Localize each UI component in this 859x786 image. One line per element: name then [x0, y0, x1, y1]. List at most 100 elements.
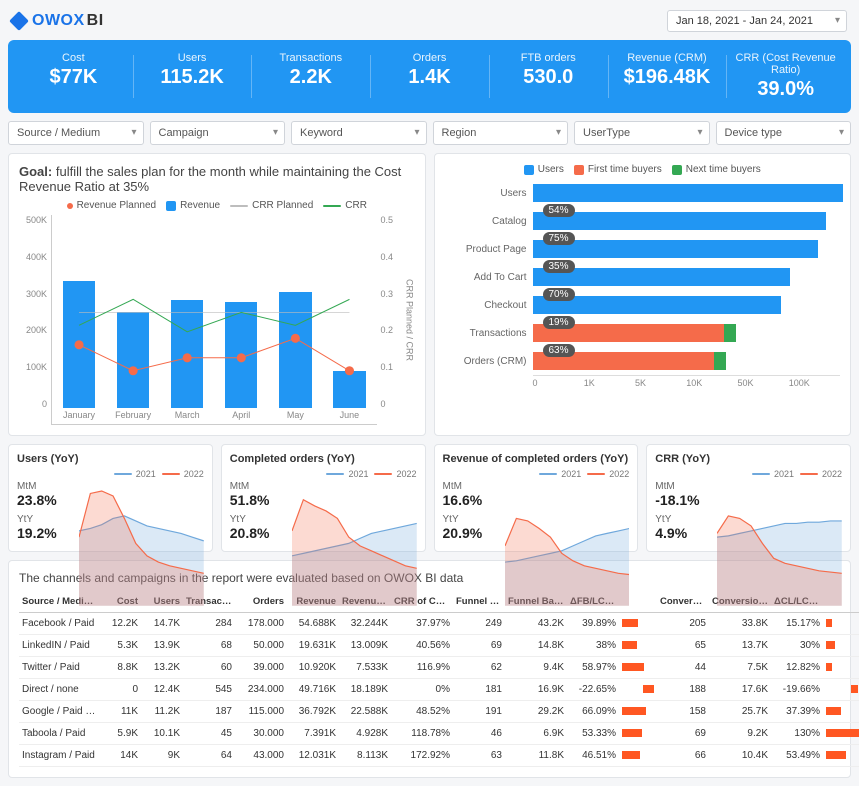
table-cell: 66.09% — [567, 701, 619, 723]
kpi-label: Transactions — [255, 52, 366, 64]
table-cell: 36.792K — [287, 701, 339, 723]
funnel-row: Product Page35% — [445, 235, 841, 263]
table-cell — [619, 635, 657, 657]
legend-ntb: Next time buyers — [686, 164, 761, 175]
table-cell — [619, 657, 657, 679]
table-cell: Direct / none — [19, 679, 99, 701]
delta-bar — [826, 729, 859, 737]
table-cell: 181 — [453, 679, 505, 701]
table-cell — [823, 657, 859, 679]
funnel-stage-label: Users — [445, 188, 533, 199]
funnel-conversion-badge: 54% — [543, 204, 575, 217]
legend-crr-planned: CRR Planned — [252, 200, 313, 211]
table-cell: 53.49% — [771, 745, 823, 767]
table-cell: 63 — [453, 745, 505, 767]
funnel-segment — [533, 184, 843, 202]
kpi-tile: CRR (Cost Revenue Ratio)39.0% — [726, 50, 845, 103]
goal-title: Goal: fulfill the sales plan for the mon… — [19, 164, 415, 194]
table-cell: 32.244K — [339, 613, 391, 635]
table-cell: 249 — [453, 613, 505, 635]
table-row: Direct / none012.4K545234.00049.716K18.1… — [19, 679, 859, 701]
kpi-value: $196.48K — [612, 66, 723, 89]
table-cell: 0 — [99, 679, 141, 701]
filter-dropdown[interactable]: UserType — [574, 121, 710, 145]
delta-bar — [622, 663, 644, 671]
funnel-row: Users54% — [445, 179, 841, 207]
table-header[interactable]: Conversion Lift Orders — [657, 591, 709, 613]
table-cell — [619, 679, 657, 701]
logo-text-b: BI — [87, 12, 104, 30]
filter-dropdown[interactable]: Campaign — [150, 121, 286, 145]
table-header[interactable]: Funnel Based Orders — [453, 591, 505, 613]
yty-value: 4.9% — [655, 525, 717, 541]
table-cell — [619, 613, 657, 635]
table-cell: 10.4K — [709, 745, 771, 767]
table-cell: 130% — [771, 723, 823, 745]
table-cell: Google / Paid Se.. — [19, 701, 99, 723]
funnel-stage-label: Product Page — [445, 244, 533, 255]
table-cell: 53.33% — [567, 723, 619, 745]
funnel-stage-label: Checkout — [445, 300, 533, 311]
table-cell: 12.2K — [99, 613, 141, 635]
table-cell: 16.9K — [505, 679, 567, 701]
mtm-label: MtM — [655, 481, 717, 492]
date-range-picker[interactable]: Jan 18, 2021 - Jan 24, 2021 — [667, 10, 847, 32]
table-cell: 9.2K — [709, 723, 771, 745]
yty-label: YtY — [655, 514, 717, 525]
table-cell: 46.51% — [567, 745, 619, 767]
funnel-segment — [533, 212, 826, 230]
table-cell: 13.9K — [141, 635, 183, 657]
kpi-tile: Orders 1.4K — [370, 50, 489, 103]
yoy-title: CRR (YoY) — [655, 453, 842, 465]
legend-users: Users — [538, 164, 564, 175]
funnel-x-axis: 01K5K10K50K100K — [533, 375, 841, 388]
table-cell: 30% — [771, 635, 823, 657]
table-cell: Twitter / Paid — [19, 657, 99, 679]
combo-chart: JanuaryFebruaryMarchAprilMayJune — [51, 215, 377, 425]
kpi-tile: FTB orders530.0 — [489, 50, 608, 103]
table-cell: 234.000 — [235, 679, 287, 701]
filter-dropdown[interactable]: Keyword — [291, 121, 427, 145]
table-cell: 43.000 — [235, 745, 287, 767]
table-cell: 14K — [99, 745, 141, 767]
delta-bar — [622, 707, 646, 715]
table-cell: 14.7K — [141, 613, 183, 635]
delta-bar — [643, 685, 654, 693]
funnel-stage-label: Transactions — [445, 328, 533, 339]
table-cell: 116.9% — [391, 657, 453, 679]
kpi-tile: Users115.2K — [133, 50, 252, 103]
delta-bar — [826, 641, 835, 649]
kpi-value: 2.2K — [255, 66, 366, 89]
top-bar: OWOX BI Jan 18, 2021 - Jan 24, 2021 — [8, 8, 851, 40]
kpi-value: 530.0 — [493, 66, 604, 89]
table-cell: 29.2K — [505, 701, 567, 723]
table-header[interactable]: Orders — [235, 591, 287, 613]
table-cell: -19.66% — [771, 679, 823, 701]
table-cell: 8.113K — [339, 745, 391, 767]
funnel-conversion-badge: 35% — [543, 260, 575, 273]
filter-dropdown[interactable]: Region — [433, 121, 569, 145]
funnel-stage-label: Catalog — [445, 216, 533, 227]
table-cell — [823, 701, 859, 723]
kpi-label: Cost — [18, 52, 129, 64]
filter-dropdown[interactable]: Source / Medium — [8, 121, 144, 145]
logo-text-a: OWOX — [32, 12, 85, 30]
funnel-panel: Users First time buyers Next time buyers… — [434, 153, 852, 436]
table-cell: 39.89% — [567, 613, 619, 635]
table-cell: 44 — [657, 657, 709, 679]
filter-dropdown[interactable]: Device type — [716, 121, 852, 145]
kpi-value: 1.4K — [374, 66, 485, 89]
table-cell: 6.9K — [505, 723, 567, 745]
table-cell: 68 — [183, 635, 235, 657]
y-axis-left: 500K400K300K200K100K0 — [19, 215, 51, 425]
kpi-label: Orders — [374, 52, 485, 64]
table-cell: 22.588K — [339, 701, 391, 723]
funnel-row: Orders (CRM) — [445, 347, 841, 375]
table-cell: 50.000 — [235, 635, 287, 657]
kpi-label: CRR (Cost Revenue Ratio) — [730, 52, 841, 76]
table-cell: 30.000 — [235, 723, 287, 745]
goal-legend: Revenue Planned Revenue CRR Planned CRR — [19, 200, 415, 211]
table-cell: 49.716K — [287, 679, 339, 701]
table-cell: 18.189K — [339, 679, 391, 701]
channels-table: Source / MediumCostUsersTransactionsOrde… — [19, 591, 859, 767]
